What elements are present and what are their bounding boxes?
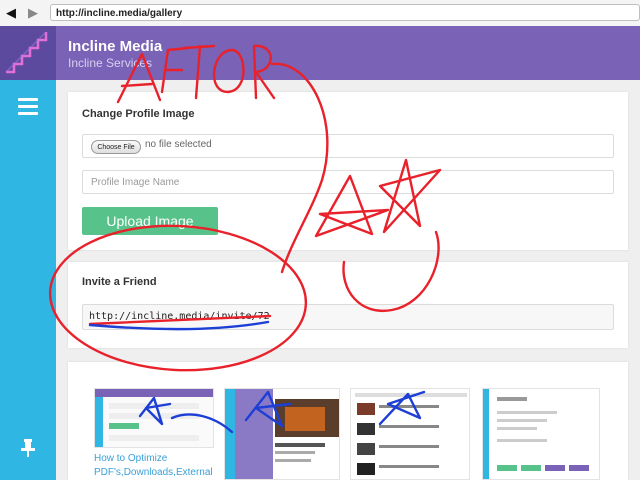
browser-toolbar: ◀ ▶ http://incline.media/gallery	[0, 0, 640, 27]
choose-file-button[interactable]: Choose File	[91, 140, 141, 154]
invite-card-title: Invite a Friend	[82, 276, 157, 288]
back-arrow-icon[interactable]: ◀	[6, 6, 16, 19]
app-title: Incline Media	[68, 38, 163, 55]
gallery-caption[interactable]: How to Optimize PDF's,Downloads,External	[94, 452, 224, 480]
gallery-thumbnail[interactable]	[482, 388, 600, 480]
invite-link-text: http://incline.media/invite/72	[89, 311, 270, 322]
upload-image-button[interactable]: Upload Image	[82, 207, 218, 235]
profile-image-name-input[interactable]	[82, 170, 614, 194]
file-status-text: no file selected	[145, 139, 212, 150]
app-subtitle: Incline Services	[68, 56, 153, 70]
gallery-thumbnail[interactable]	[224, 388, 340, 480]
forward-arrow-icon[interactable]: ▶	[28, 6, 38, 19]
gallery-thumbnail[interactable]	[94, 388, 214, 448]
profile-card-title: Change Profile Image	[82, 108, 195, 120]
sidebar	[0, 80, 56, 480]
invite-link-field[interactable]: http://incline.media/invite/72	[82, 304, 614, 330]
address-bar[interactable]: http://incline.media/gallery	[50, 4, 640, 21]
gallery-thumbnail[interactable]	[350, 388, 470, 480]
file-upload-field[interactable]: Choose File no file selected	[82, 134, 614, 158]
hamburger-icon[interactable]	[18, 98, 38, 116]
pin-icon[interactable]	[19, 438, 37, 458]
stairs-logo-icon[interactable]	[0, 26, 56, 80]
